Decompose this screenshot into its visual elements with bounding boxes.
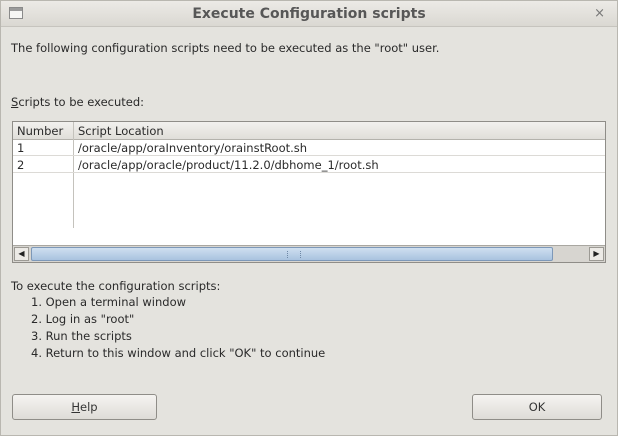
- execute-configuration-scripts-dialog: Execute Configuration scripts × The foll…: [0, 0, 618, 436]
- list-item: 1. Open a terminal window: [31, 295, 187, 309]
- scripts-to-be-executed-label: Scripts to be executed:: [11, 95, 144, 109]
- instructions-steps: 1. Open a terminal window 2. Log in as "…: [31, 295, 325, 363]
- dialog-title: Execute Configuration scripts: [192, 6, 426, 22]
- intro-text: The following configuration scripts need…: [11, 41, 440, 55]
- grip-icon: [287, 251, 301, 258]
- row-script-location: /oracle/app/oracle/product/11.2.0/dbhome…: [78, 158, 379, 172]
- instructions-title: To execute the configuration scripts:: [11, 279, 221, 293]
- table-row[interactable]: 2 /oracle/app/oracle/product/11.2.0/dbho…: [13, 157, 605, 173]
- help-button-label: elp: [80, 400, 98, 414]
- column-divider[interactable]: [73, 122, 74, 228]
- scroll-left-button[interactable]: ◀: [14, 247, 29, 261]
- row-script-location: /oracle/app/oraInventory/orainstRoot.sh: [78, 141, 308, 155]
- scripts-label-rest: cripts to be executed:: [18, 95, 145, 109]
- column-header-number[interactable]: Number: [17, 124, 63, 138]
- scripts-table[interactable]: Number Script Location 1 /oracle/app/ora…: [12, 121, 606, 263]
- list-item: 3. Run the scripts: [31, 329, 132, 343]
- scrollbar-thumb[interactable]: [31, 247, 553, 261]
- table-header: Number Script Location: [13, 122, 605, 140]
- help-button-mnemonic: H: [71, 400, 81, 414]
- row-number: 2: [17, 158, 25, 172]
- close-icon[interactable]: ×: [594, 6, 605, 21]
- title-bar[interactable]: Execute Configuration scripts ×: [1, 1, 617, 27]
- help-button[interactable]: Help: [12, 394, 157, 420]
- list-item: 2. Log in as "root": [31, 312, 135, 326]
- row-number: 1: [17, 141, 25, 155]
- table-row[interactable]: 1 /oracle/app/oraInventory/orainstRoot.s…: [13, 140, 605, 156]
- ok-button[interactable]: OK: [472, 394, 602, 420]
- horizontal-scrollbar[interactable]: ◀ ▶: [13, 245, 605, 262]
- scroll-right-button[interactable]: ▶: [589, 247, 604, 261]
- column-header-script-location[interactable]: Script Location: [78, 124, 164, 138]
- list-item: 4. Return to this window and click "OK" …: [31, 346, 326, 360]
